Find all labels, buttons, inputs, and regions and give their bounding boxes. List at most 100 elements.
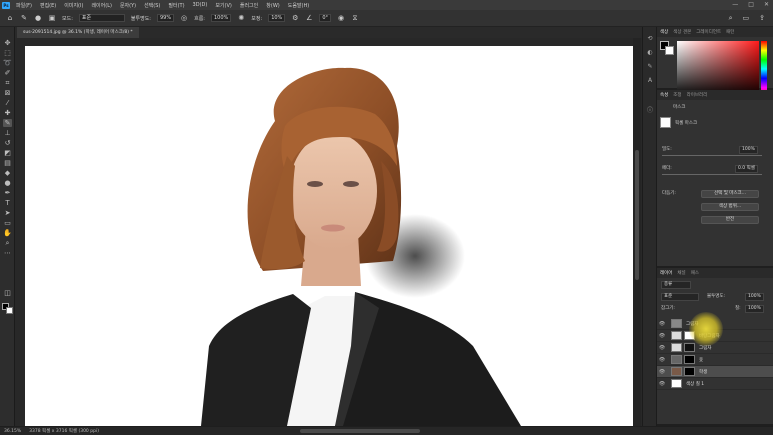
- mask-thumbnail[interactable]: [660, 117, 671, 128]
- layer-name[interactable]: 학생: [699, 369, 707, 375]
- smoothing-field[interactable]: 10%: [268, 14, 286, 22]
- menu-filter[interactable]: 필터(T): [168, 2, 184, 9]
- mode-select[interactable]: 표준: [78, 14, 125, 22]
- density-field[interactable]: 100%: [739, 146, 758, 154]
- invert-button[interactable]: 반전: [701, 216, 759, 224]
- eyedropper-tool-icon[interactable]: ⁄: [3, 99, 12, 107]
- pen-tool-icon[interactable]: ✒: [3, 189, 12, 197]
- eye-icon[interactable]: 👁: [657, 369, 667, 375]
- menu-3d[interactable]: 3D(D): [193, 2, 208, 8]
- menu-help[interactable]: 도움말(H): [288, 2, 309, 9]
- layer-row-student[interactable]: 👁 학생: [657, 366, 773, 378]
- hand-tool-icon[interactable]: ✋: [3, 229, 12, 237]
- eye-icon[interactable]: 👁: [657, 321, 667, 327]
- quick-mask-icon[interactable]: ◫: [3, 289, 12, 297]
- tab-color[interactable]: 색상: [660, 29, 668, 35]
- minimize-icon[interactable]: —: [732, 1, 738, 8]
- layer-filter-select[interactable]: 종류: [661, 281, 691, 289]
- opacity-field[interactable]: 99%: [156, 14, 175, 22]
- blend-mode-select[interactable]: 표준: [661, 293, 699, 301]
- vertical-scrollbar[interactable]: [633, 38, 641, 426]
- vertical-scrollbar-thumb[interactable]: [635, 150, 639, 280]
- workspace-icon[interactable]: ▭: [743, 14, 750, 23]
- eye-icon[interactable]: 👁: [657, 333, 667, 339]
- zoom-tool-icon[interactable]: ⌕: [3, 239, 12, 247]
- search-icon[interactable]: ⌕: [729, 14, 733, 23]
- type-tool-icon[interactable]: T: [3, 199, 12, 207]
- brush-preset-icon[interactable]: ●: [34, 14, 42, 22]
- horizontal-scrollbar-thumb[interactable]: [300, 429, 420, 433]
- eye-icon[interactable]: 👁: [657, 357, 667, 363]
- brush-settings-icon[interactable]: ▣: [48, 14, 56, 22]
- document-canvas[interactable]: [25, 46, 633, 426]
- eraser-tool-icon[interactable]: ◩: [3, 149, 12, 157]
- tab-layers[interactable]: 레이어: [660, 270, 672, 276]
- layer-name[interactable]: 옷: [699, 357, 703, 363]
- angle-icon[interactable]: ∠: [305, 14, 313, 22]
- color-panel-background[interactable]: [665, 46, 674, 55]
- color-range-button[interactable]: 색상 범위...: [701, 203, 759, 211]
- pressure-opacity-icon[interactable]: ◎: [180, 14, 188, 22]
- maximize-icon[interactable]: □: [748, 1, 754, 8]
- feather-slider[interactable]: [662, 174, 762, 175]
- angle-field[interactable]: 0°: [319, 14, 331, 22]
- brush-panel-icon[interactable]: ✎: [646, 63, 654, 71]
- frame-tool-icon[interactable]: ⊠: [3, 89, 12, 97]
- healing-tool-icon[interactable]: ✚: [3, 109, 12, 117]
- select-and-mask-button[interactable]: 선택 및 마스크...: [701, 190, 759, 198]
- clone-stamp-tool-icon[interactable]: ⊥: [3, 129, 12, 137]
- quick-select-tool-icon[interactable]: ✐: [3, 69, 12, 77]
- tab-gradients[interactable]: 그레이디언트: [696, 29, 721, 35]
- crop-tool-icon[interactable]: ⌗: [3, 79, 12, 87]
- home-icon[interactable]: ⌂: [6, 14, 14, 22]
- menu-select[interactable]: 선택(S): [144, 2, 160, 9]
- layer-row-clothes[interactable]: 👁 옷: [657, 354, 773, 366]
- eye-icon[interactable]: 👁: [657, 381, 667, 387]
- fill-field[interactable]: 100%: [745, 305, 764, 313]
- zoom-level[interactable]: 36.15%: [4, 429, 21, 434]
- layer-opacity-field[interactable]: 100%: [745, 293, 764, 301]
- history-brush-tool-icon[interactable]: ↺: [3, 139, 12, 147]
- flow-field[interactable]: 100%: [211, 14, 232, 22]
- tab-libraries[interactable]: 라이브러리: [687, 92, 708, 98]
- tab-channels[interactable]: 채널: [677, 270, 685, 276]
- screen-mode-icon[interactable]: [3, 301, 12, 309]
- smoothing-settings-icon[interactable]: ⚙: [291, 14, 299, 22]
- info-panel-icon[interactable]: ⓘ: [646, 107, 654, 115]
- menu-edit[interactable]: 편집(E): [40, 2, 56, 9]
- menu-view[interactable]: 보기(V): [215, 2, 232, 9]
- tab-paths[interactable]: 패스: [691, 270, 699, 276]
- color-picker-field[interactable]: [677, 41, 759, 97]
- gradient-tool-icon[interactable]: ▤: [3, 159, 12, 167]
- character-panel-icon[interactable]: A: [646, 77, 654, 85]
- density-slider[interactable]: [662, 155, 762, 156]
- eye-icon[interactable]: 👁: [657, 345, 667, 351]
- adjust-panel-icon[interactable]: ◐: [646, 49, 654, 57]
- menu-image[interactable]: 이미지(I): [64, 2, 83, 9]
- tab-patterns[interactable]: 패턴: [726, 29, 734, 35]
- lasso-tool-icon[interactable]: ➰: [3, 59, 12, 67]
- blur-tool-icon[interactable]: ◆: [3, 169, 12, 177]
- path-select-tool-icon[interactable]: ➤: [3, 209, 12, 217]
- symmetry-icon[interactable]: ⧖: [351, 14, 359, 22]
- layer-row-color-fill[interactable]: 👁 색상 칠 1: [657, 378, 773, 390]
- brush-tool-icon[interactable]: ✎: [3, 119, 12, 127]
- tab-swatches[interactable]: 색상 견본: [673, 29, 691, 35]
- menu-window[interactable]: 창(W): [266, 2, 279, 9]
- menu-plugins[interactable]: 플러그인: [240, 2, 258, 9]
- brush-tool-icon[interactable]: ✎: [20, 14, 28, 22]
- dodge-tool-icon[interactable]: ●: [3, 179, 12, 187]
- share-icon[interactable]: ⇪: [759, 14, 765, 23]
- tab-adjustments[interactable]: 조정: [673, 92, 681, 98]
- menu-type[interactable]: 문자(Y): [120, 2, 136, 9]
- pressure-size-icon[interactable]: ◉: [337, 14, 345, 22]
- layer-name[interactable]: 색상 칠 1: [686, 381, 704, 387]
- menu-layer[interactable]: 레이어(L): [91, 2, 112, 9]
- hue-slider[interactable]: [761, 41, 767, 97]
- layer-row-shadow[interactable]: 👁 그림자: [657, 342, 773, 354]
- shape-tool-icon[interactable]: ▭: [3, 219, 12, 227]
- tab-properties[interactable]: 속성: [660, 92, 668, 98]
- more-tools-icon[interactable]: ⋯: [3, 249, 12, 257]
- marquee-tool-icon[interactable]: ⬚: [3, 49, 12, 57]
- menu-file[interactable]: 파일(F): [16, 2, 32, 9]
